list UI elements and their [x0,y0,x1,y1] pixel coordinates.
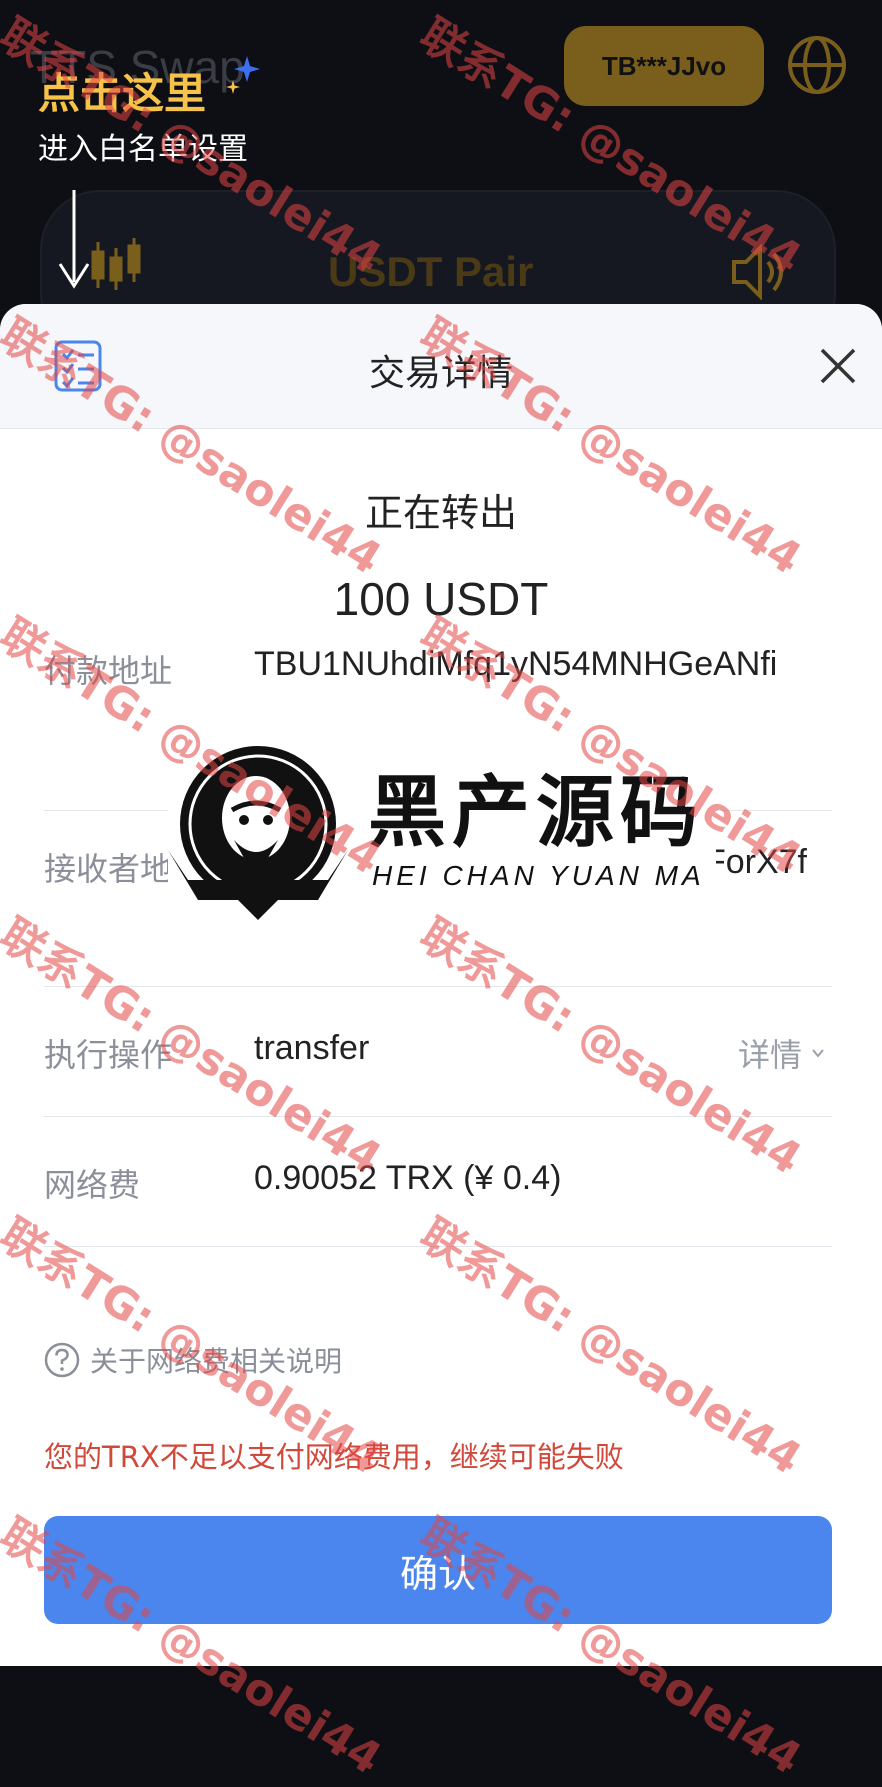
question-icon [44,1342,80,1378]
fee-help-text: 关于网络费相关说明 [90,1345,343,1378]
action-value: transfer [254,1029,370,1067]
background-app: TTS Swap 点击这里 进入白名单设置 TB***JJvo USDT Pai… [0,0,882,320]
action-row: 执行操作 transfer 详情 [44,986,832,1117]
action-label: 执行操作 [44,1036,173,1074]
speaker-icon[interactable] [730,244,788,300]
sheet-title: 交易详情 [368,353,513,394]
transfer-amount: 100 USDT [333,573,549,625]
globe-icon[interactable] [786,34,848,96]
close-icon[interactable] [818,346,858,386]
network-fee-value: 0.90052 TRX (¥ 0.4) [254,1159,562,1197]
logo-stamp: 黑产源码 HEI CHAN YUAN MA [168,740,716,920]
click-here-label[interactable]: 点击这里 [38,60,206,121]
network-fee-label: 网络费 [44,1166,141,1204]
chevron-down-icon [812,1049,824,1058]
fee-help-link[interactable]: 关于网络费相关说明 [44,1340,342,1380]
transaction-sheet: 交易详情 正在转出 100 USDT 付款地址 TBU1NUhdiMfq1yN5… [0,304,882,1666]
action-detail-label: 详情 [737,1036,802,1074]
logo-cn-text: 黑产源码 [368,768,705,858]
logo-en-text: HEI CHAN YUAN MA [372,860,705,891]
payer-address-label: 付款地址 [44,652,173,690]
action-detail-toggle[interactable]: 详情 [738,1030,826,1076]
sheet-header: 交易详情 [0,304,882,429]
whitelist-hint: 进入白名单设置 [38,132,248,167]
arrow-down-icon [58,190,90,289]
pair-title: USDT Pair [328,248,534,295]
wallet-button[interactable]: TB***JJvo [564,26,764,106]
confirm-button[interactable]: 确认 [44,1516,832,1624]
candlestick-icon [91,238,141,290]
payer-address-value: TBU1NUhdiMfq1yN54MNHGeANfi [254,645,778,683]
network-fee-row: 网络费 0.90052 TRX (¥ 0.4) [44,1116,832,1247]
transfer-status: 正在转出 [364,491,517,535]
insufficient-trx-warning: 您的TRX不足以支付网络费用，继续可能失败 [44,1440,624,1474]
sparkle-icon [226,80,240,94]
